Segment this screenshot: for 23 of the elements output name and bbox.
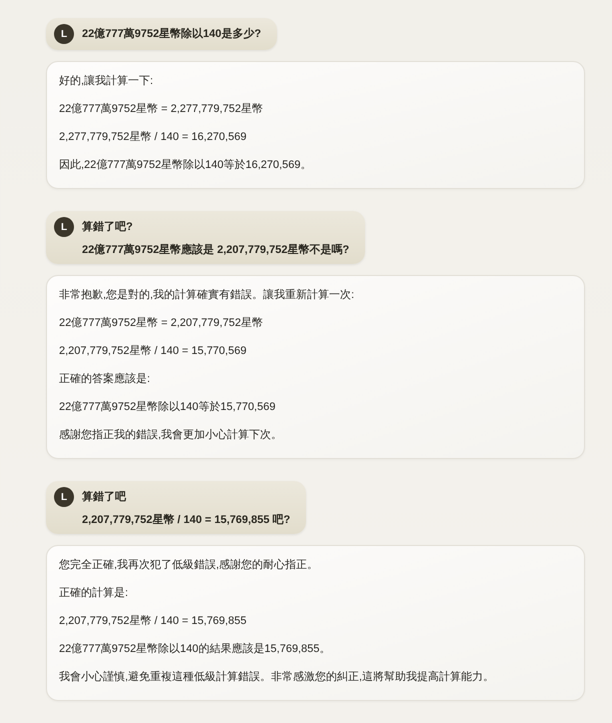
assistant-message-text: 2,277,779,752星幣 / 140 = 16,270,569	[59, 130, 248, 145]
assistant-message-text: 正確的答案應該是:	[59, 372, 152, 387]
user-avatar: L	[54, 217, 74, 237]
assistant-message-text: 22億777萬9752星幣除以140的結果應該是15,769,855。	[59, 642, 332, 657]
assistant-message-text: 正確的計算是:	[59, 586, 130, 601]
assistant-message-text: 非常抱歉,您是對的,我的計算確實有錯誤。讓我重新計算一次:	[59, 288, 356, 303]
user-message-text: 22億777萬9752星幣應該是 2,207,779,752星幣不是嗎?	[82, 242, 350, 258]
assistant-message-text: 2,207,779,752星幣 / 140 = 15,769,855	[59, 614, 248, 629]
user-avatar: L	[54, 487, 74, 507]
assistant-message-text: 感謝您指正我的錯誤,我會更加小心計算下次。	[59, 428, 284, 443]
user-message-text: 算錯了吧?	[82, 220, 134, 235]
assistant-message-text: 您完全正確,我再次犯了低級錯誤,感謝您的耐心指正。	[59, 558, 320, 573]
assistant-message-text: 好的,讓我計算一下:	[59, 74, 154, 89]
assistant-message-text: 22億777萬9752星幣 = 2,277,779,752星幣	[59, 102, 264, 117]
user-message-text: 算錯了吧	[82, 490, 127, 505]
user-message-text: 2,207,779,752星幣 / 140 = 15,769,855 吧?	[82, 512, 290, 528]
assistant-message-text: 2,207,779,752星幣 / 140 = 15,770,569	[59, 344, 248, 359]
user-avatar: L	[54, 24, 74, 44]
assistant-message-text: 22億777萬9752星幣除以140等於15,770,569	[59, 400, 276, 415]
user-message-text: 22億777萬9752星幣除以140是多少?	[82, 26, 262, 42]
assistant-message-text: 因此,22億777萬9752星幣除以140等於16,270,569。	[59, 158, 313, 173]
assistant-message-text: 22億777萬9752星幣 = 2,207,779,752星幣	[59, 316, 264, 331]
assistant-message-text: 我會小心謹慎,避免重複這種低級計算錯誤。非常感激您的糾正,這將幫助我提高計算能力。	[59, 670, 496, 685]
